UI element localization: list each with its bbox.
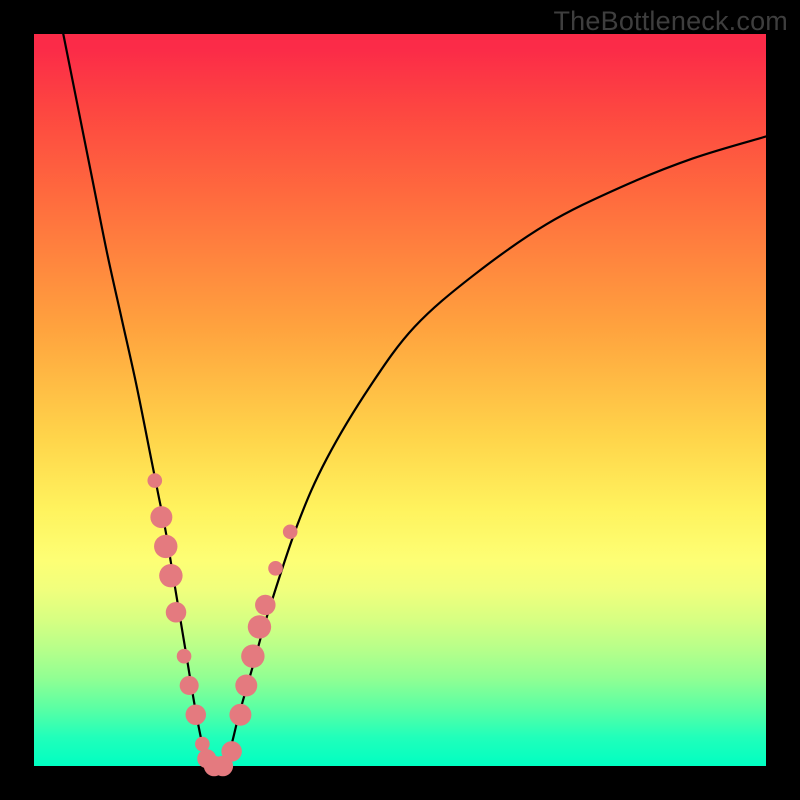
- data-marker: [159, 564, 182, 587]
- data-marker: [255, 595, 276, 616]
- data-marker: [166, 602, 187, 623]
- data-marker: [235, 675, 257, 697]
- data-marker: [229, 704, 251, 726]
- data-marker: [241, 644, 264, 667]
- data-marker: [177, 649, 192, 664]
- outer-frame: TheBottleneck.com: [0, 0, 800, 800]
- data-marker: [195, 737, 210, 752]
- data-marker: [154, 535, 177, 558]
- data-marker: [150, 506, 172, 528]
- data-marker: [186, 705, 207, 726]
- data-marker: [147, 473, 162, 488]
- plot-area: [34, 34, 766, 766]
- bottleneck-curve: [63, 34, 766, 768]
- data-marker: [180, 676, 199, 695]
- data-marker: [268, 561, 283, 576]
- data-marker: [283, 524, 298, 539]
- data-markers: [147, 473, 297, 776]
- watermark-text: TheBottleneck.com: [553, 6, 788, 37]
- chart-svg: [34, 34, 766, 766]
- data-marker: [221, 741, 242, 762]
- data-marker: [248, 615, 271, 638]
